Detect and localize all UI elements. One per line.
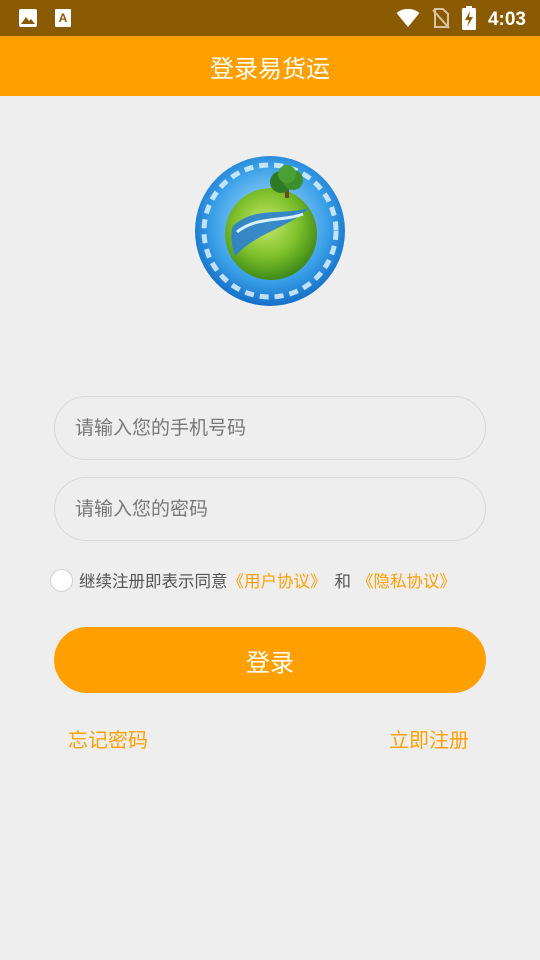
no-sim-icon xyxy=(432,7,450,33)
phone-field[interactable] xyxy=(54,396,486,460)
globe-tree-logo xyxy=(195,156,345,306)
register-link[interactable]: 立即注册 xyxy=(389,724,469,753)
phone-input[interactable] xyxy=(73,416,467,440)
password-field[interactable] xyxy=(54,477,486,541)
forgot-password-link[interactable]: 忘记密码 xyxy=(68,724,148,753)
status-left-icons: A xyxy=(18,8,72,32)
image-icon xyxy=(18,8,38,32)
app-logo xyxy=(195,156,345,306)
status-time: 4:03 xyxy=(487,9,526,30)
svg-text:A: A xyxy=(59,11,68,25)
password-input[interactable] xyxy=(73,497,467,521)
agreement-conjunction: 和 xyxy=(334,572,352,591)
font-a-icon: A xyxy=(54,8,72,32)
status-right-icons: 4:03 xyxy=(396,6,526,34)
wifi-icon xyxy=(396,8,420,32)
app-bar: 登录易货运 xyxy=(0,36,540,96)
login-button[interactable]: 登录 xyxy=(54,627,486,693)
agreement-prefix: 继续注册即表示同意 xyxy=(79,572,228,591)
user-agreement-link[interactable]: 《用户协议》 xyxy=(228,568,327,592)
agreement-checkbox[interactable] xyxy=(50,568,73,592)
battery-charging-icon xyxy=(461,6,476,34)
page-title: 登录易货运 xyxy=(210,54,330,83)
privacy-policy-link[interactable]: 《隐私协议》 xyxy=(357,568,456,592)
agreement-row: 继续注册即表示同意 《用户协议》 和 《隐私协议》 xyxy=(50,567,530,593)
status-bar: A 4:03 xyxy=(0,0,540,36)
